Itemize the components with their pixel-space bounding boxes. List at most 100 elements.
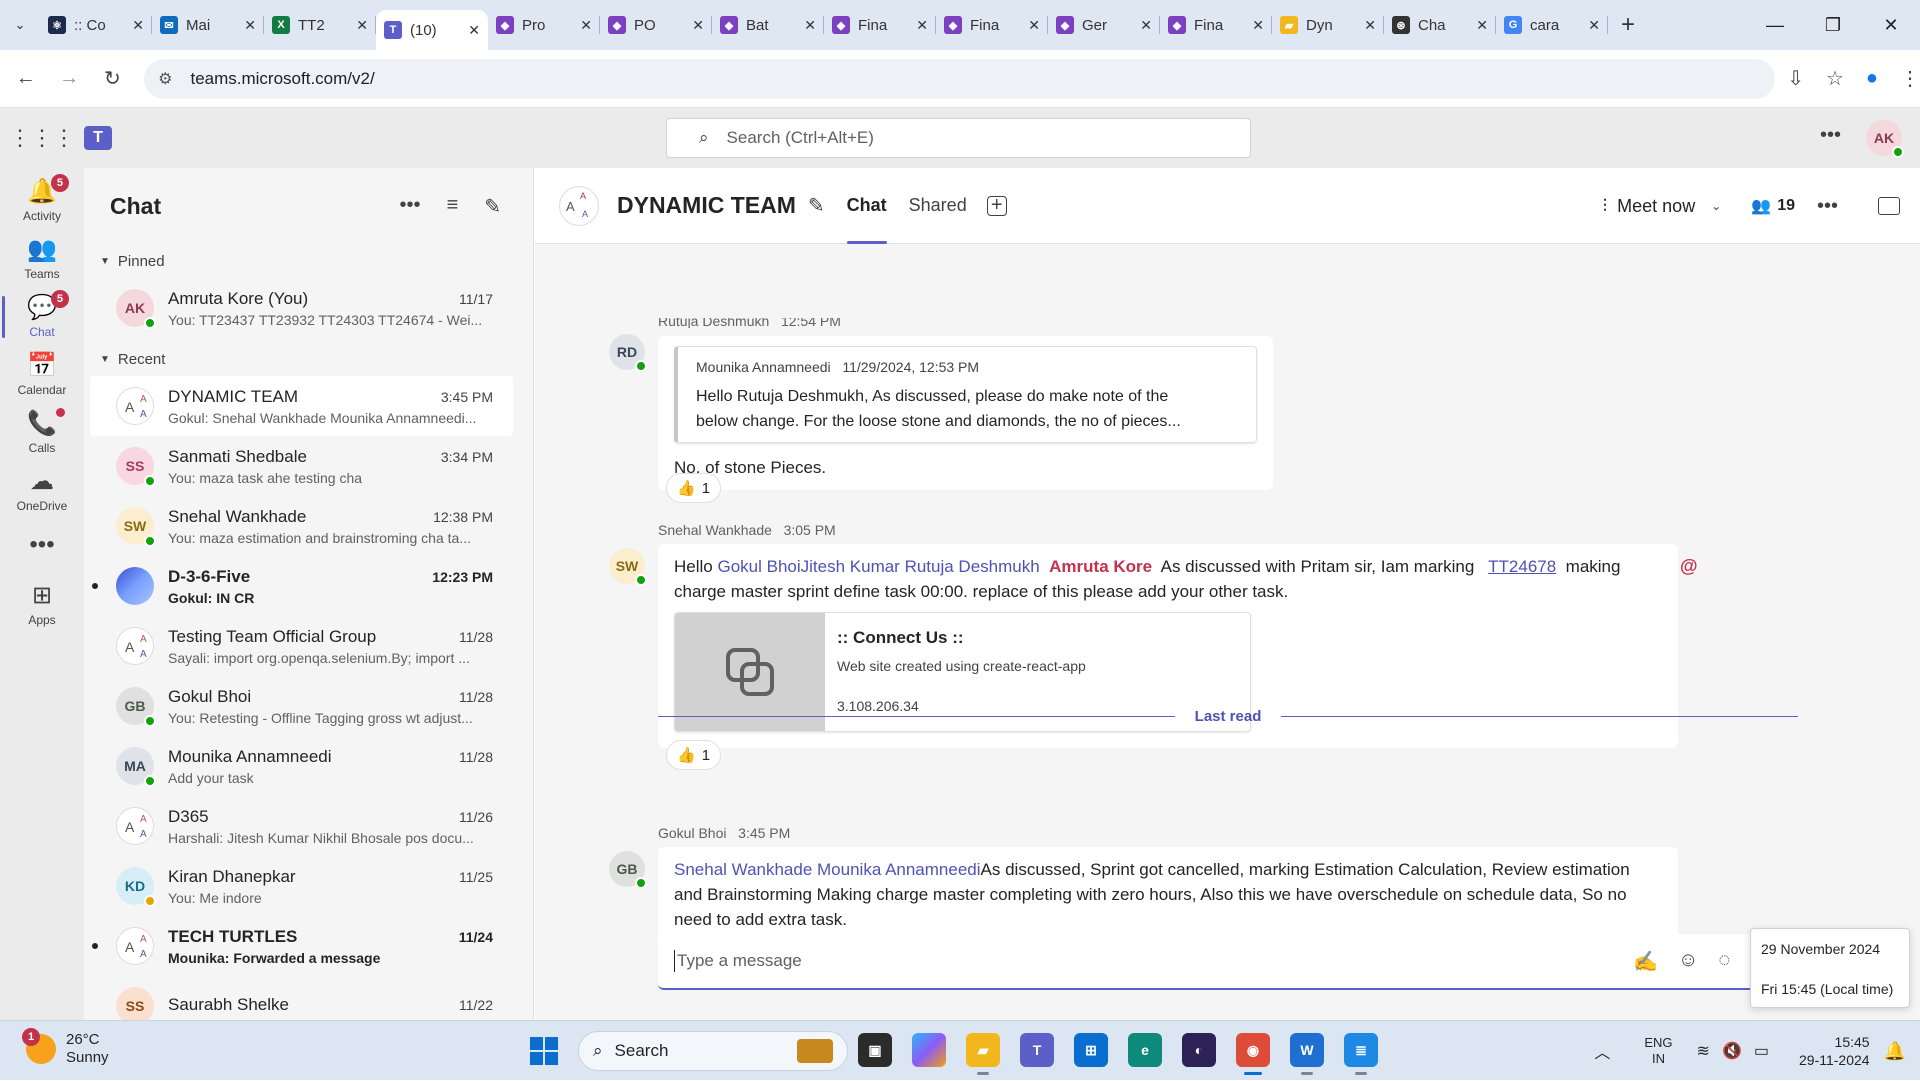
chrome-icon[interactable]: ◉ xyxy=(1236,1033,1270,1075)
eclipse-icon[interactable]: ◐ xyxy=(1182,1033,1216,1067)
browser-tab[interactable]: ◆ Fina ✕ xyxy=(824,6,936,44)
file-explorer-icon[interactable]: ▰ xyxy=(966,1033,1000,1075)
notepad-icon[interactable]: ≣ xyxy=(1344,1033,1378,1075)
avatar[interactable]: RD xyxy=(609,334,647,372)
tab-chat[interactable]: Chat xyxy=(846,168,887,244)
close-tab-icon[interactable]: ✕ xyxy=(692,17,704,34)
rail-item-activity[interactable]: 🔔 5 Activity xyxy=(0,168,84,234)
recent-section-header[interactable]: ▼ Recent xyxy=(84,342,533,376)
close-tab-icon[interactable]: ✕ xyxy=(1140,17,1152,34)
browser-tab[interactable]: ⚛ :: Co ✕ xyxy=(40,6,152,44)
battery-icon[interactable]: ▭ xyxy=(1754,1041,1769,1061)
windows-start-icon[interactable] xyxy=(530,1037,558,1065)
close-tab-icon[interactable]: ✕ xyxy=(1364,17,1376,34)
user-avatar[interactable]: AK xyxy=(1866,120,1904,158)
reaction-like[interactable]: 👍 1 xyxy=(666,473,722,503)
rail-item-calls[interactable]: 📞 Calls xyxy=(0,400,84,466)
side-panel-icon[interactable] xyxy=(1878,197,1900,215)
system-clock[interactable]: 15:45 29-11-2024 xyxy=(1799,1033,1870,1069)
new-tab-button[interactable]: + xyxy=(1608,11,1648,39)
tab-search-dropdown-icon[interactable]: ⌄ xyxy=(0,7,40,43)
back-icon[interactable]: ← xyxy=(8,61,43,97)
avatar[interactable]: GB xyxy=(609,851,647,889)
search-input[interactable]: ⌕ Search (Ctrl+Alt+E) xyxy=(666,118,1251,158)
minimize-icon[interactable]: — xyxy=(1746,15,1804,36)
close-tab-icon[interactable]: ✕ xyxy=(916,17,928,34)
close-tab-icon[interactable]: ✕ xyxy=(468,22,480,39)
edge-icon[interactable]: e xyxy=(1128,1033,1162,1067)
close-tab-icon[interactable]: ✕ xyxy=(580,17,592,34)
task-view-icon[interactable]: ▣ xyxy=(858,1033,892,1067)
teams-app-icon[interactable]: T xyxy=(1020,1033,1054,1067)
chat-list-item[interactable]: A A A TECH TURTLES 11/24 Mounika: Forwarde… xyxy=(90,916,513,976)
browser-tab[interactable]: ◆ Fina ✕ xyxy=(1160,6,1272,44)
browser-tab[interactable]: ▰ Dyn ✕ xyxy=(1272,6,1384,44)
message-bubble[interactable]: Mounika Annamneedi 11/29/2024, 12:53 PM … xyxy=(658,336,1273,490)
chevron-down-icon[interactable]: ⌄ xyxy=(1711,199,1721,213)
close-tab-icon[interactable]: ✕ xyxy=(1252,17,1264,34)
install-app-icon[interactable]: ⇩ xyxy=(1787,66,1804,91)
restore-icon[interactable]: ❐ xyxy=(1804,15,1862,36)
more-options-icon[interactable]: ••• xyxy=(1817,195,1838,218)
chat-list-item[interactable]: A A A DYNAMIC TEAM 3:45 PM Gokul: Snehal W… xyxy=(90,376,513,436)
message-composer[interactable]: Type a message ✍ ☺ ◌ + xyxy=(658,934,1778,990)
rename-pencil-icon[interactable]: ✎ xyxy=(808,193,825,218)
language-indicator[interactable]: ENG IN xyxy=(1644,1035,1672,1067)
settings-more-icon[interactable]: ••• xyxy=(1820,124,1841,147)
profile-icon[interactable]: ● xyxy=(1866,67,1878,90)
new-chat-icon[interactable]: ✎ xyxy=(484,194,501,219)
rail-item-teams[interactable]: 👥 Teams xyxy=(0,226,84,292)
close-tab-icon[interactable]: ✕ xyxy=(804,17,816,34)
browser-tab[interactable]: G cara ✕ xyxy=(1496,6,1608,44)
filter-icon[interactable]: ≡ xyxy=(447,194,459,219)
volume-muted-icon[interactable]: 🔇 xyxy=(1722,1041,1742,1061)
browser-tab[interactable]: ⊛ Cha ✕ xyxy=(1384,6,1496,44)
close-tab-icon[interactable]: ✕ xyxy=(356,17,368,34)
mention-link[interactable]: Snehal Wankhade Mounika Annamneedi xyxy=(674,860,981,879)
chat-list-item[interactable]: D-3-6-Five 12:23 PM Gokul: IN CR xyxy=(90,556,513,616)
participants-button[interactable]: 👥 19 xyxy=(1751,196,1795,216)
browser-tab[interactable]: X TT2 ✕ xyxy=(264,6,376,44)
close-tab-icon[interactable]: ✕ xyxy=(244,17,256,34)
message-bubble[interactable]: Snehal Wankhade Mounika AnnamneediAs dis… xyxy=(658,847,1678,942)
pinned-section-header[interactable]: ▼ Pinned xyxy=(84,244,533,278)
url-input[interactable]: ⚙ teams.microsoft.com/v2/ xyxy=(144,58,1776,99)
tab-shared[interactable]: Shared xyxy=(909,168,967,244)
weather-widget[interactable]: 1 26°C Sunny xyxy=(22,1028,109,1067)
site-info-icon[interactable]: ⚙ xyxy=(158,69,172,89)
chat-list-item[interactable]: A A A Testing Team Official Group 11/28 Sa… xyxy=(90,616,513,676)
rail-item-chat[interactable]: 💬 5 Chat xyxy=(0,284,84,350)
close-tab-icon[interactable]: ✕ xyxy=(1028,17,1040,34)
chat-list-item[interactable]: SS Sanmati Shedbale 3:34 PM You: maza tas… xyxy=(90,436,513,496)
chat-list-item[interactable]: SS Saurabh Shelke 11/22 xyxy=(90,976,513,1020)
copilot-icon[interactable] xyxy=(912,1033,946,1067)
browser-tab[interactable]: ◆ Fina ✕ xyxy=(936,6,1048,44)
avatar[interactable]: SW xyxy=(609,548,647,586)
close-tab-icon[interactable]: ✕ xyxy=(132,17,144,34)
close-window-icon[interactable]: ✕ xyxy=(1862,15,1920,36)
meet-now-button[interactable]: ⫶ Meet now ⌄ xyxy=(1603,196,1722,217)
browser-tab[interactable]: ✉ Mai ✕ xyxy=(152,6,264,44)
mention-link[interactable]: Gokul BhoiJitesh Kumar Rutuja Deshmukh xyxy=(717,557,1039,576)
close-tab-icon[interactable]: ✕ xyxy=(1588,17,1600,34)
rail-item-more[interactable]: ••• xyxy=(0,514,84,580)
forward-icon[interactable]: → xyxy=(51,61,86,97)
browser-tab[interactable]: T (10) ✕ xyxy=(376,10,488,50)
taskbar-search[interactable]: ⌕ Search xyxy=(578,1031,848,1071)
chat-list-item[interactable]: MA Mounika Annamneedi 11/28 Add your task xyxy=(90,736,513,796)
rail-item-calendar[interactable]: 📅 Calendar xyxy=(0,342,84,408)
close-tab-icon[interactable]: ✕ xyxy=(1476,17,1488,34)
browser-tab[interactable]: ◆ Bat ✕ xyxy=(712,6,824,44)
wifi-icon[interactable]: ≋ xyxy=(1697,1041,1710,1061)
store-icon[interactable]: ⊞ xyxy=(1074,1033,1108,1067)
chat-list-item[interactable]: KD Kiran Dhanepkar 11/25 You: Me indore xyxy=(90,856,513,916)
ticket-link[interactable]: TT24678 xyxy=(1488,557,1556,576)
more-options-icon[interactable]: ••• xyxy=(400,194,421,219)
chat-list-item[interactable]: A A A D365 11/26 Harshali: Jitesh Kumar Ni… xyxy=(90,796,513,856)
chat-list-item[interactable]: SW Snehal Wankhade 12:38 PM You: maza est… xyxy=(90,496,513,556)
browser-menu-icon[interactable]: ⋮ xyxy=(1900,66,1920,91)
format-icon[interactable]: ✍ xyxy=(1633,949,1658,974)
mention-self[interactable]: Amruta Kore xyxy=(1049,557,1152,576)
chat-list-item[interactable]: GB Gokul Bhoi 11/28 You: Retesting - Offl… xyxy=(90,676,513,736)
reload-icon[interactable]: ↻ xyxy=(95,61,130,97)
